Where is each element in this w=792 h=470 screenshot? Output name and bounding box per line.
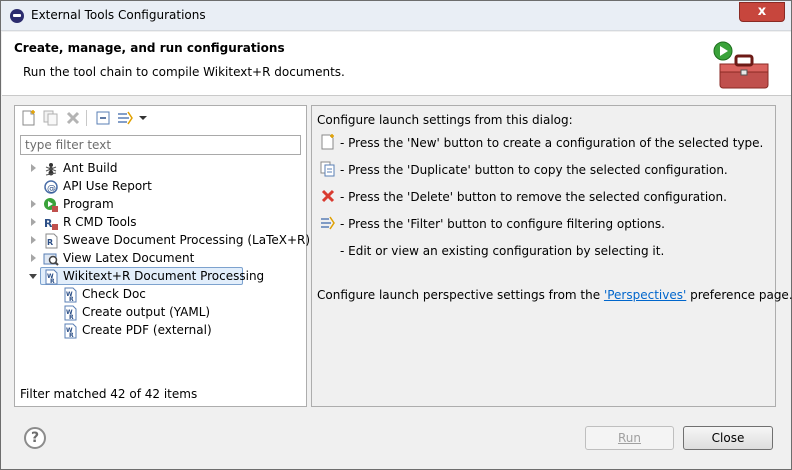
help-button[interactable]: ? [24,427,46,449]
dialog-window: External Tools Configurations x Create, … [0,0,792,470]
info-intro: Configure launch settings from this dial… [317,113,573,127]
tree-item-label: API Use Report [63,179,152,193]
wikitext-doc-icon: W R [64,323,77,339]
run-button[interactable]: Run [585,426,674,450]
info-edit: - Edit or view an existing configuration… [340,244,665,258]
expand-twisty[interactable] [31,236,36,244]
header-subtitle: Run the tool chain to compile Wikitext+R… [23,65,345,79]
tree-item-api-use-report[interactable]: @ API Use Report [15,178,306,196]
ant-icon [45,163,57,176]
delete-icon[interactable] [64,109,82,127]
tree-item-check-doc[interactable]: W R Check Doc [15,286,306,304]
tree-item-label: R CMD Tools [63,215,137,229]
title-bar: External Tools Configurations x [1,1,791,31]
duplicate-icon [320,161,335,177]
tree-item-label: Create output (YAML) [82,305,211,319]
toolbar-separator [86,110,87,126]
tree-item-program[interactable]: Program [15,196,306,214]
filter-icon[interactable] [116,109,134,127]
tree-item-label: Create PDF (external) [82,323,212,337]
new-config-icon [321,134,334,150]
info-delete: - Press the 'Delete' button to remove th… [340,190,727,204]
svg-text:R: R [50,278,55,285]
tree-item-create-pdf[interactable]: W R Create PDF (external) [15,322,306,340]
tree-item-create-output-yaml[interactable]: W R Create output (YAML) [15,304,306,322]
config-tree-panel: Ant Build @ API Use Report Program [14,105,310,407]
tree-item-view-latex[interactable]: View Latex Document [15,250,306,268]
tree-item-label: Wikitext+R Document Processing [63,269,265,283]
close-button[interactable]: Close [683,426,773,450]
svg-text:R: R [69,332,74,339]
tree-item-ant-build[interactable]: Ant Build [15,160,306,178]
dropdown-arrow-icon[interactable] [138,109,148,127]
view-latex-icon [43,253,59,266]
info-new: - Press the 'New' button to create a con… [340,136,764,150]
tree-item-label: View Latex Document [63,251,195,265]
wikitext-icon: W R [45,269,58,285]
tree-toolbar [15,106,306,130]
eclipse-icon [10,9,24,23]
expand-twisty[interactable] [31,254,36,262]
run-label: Run [617,431,641,445]
info-duplicate: - Press the 'Duplicate' button to copy t… [340,163,728,177]
close-window-button[interactable]: x [739,2,785,22]
program-icon [44,198,58,212]
svg-text:R: R [69,296,74,303]
api-report-icon: @ [44,180,58,194]
tree-item-label: Program [63,197,114,211]
r-cmd-icon: R [44,217,58,230]
new-config-icon[interactable] [20,109,38,127]
tree-item-r-cmd-tools[interactable]: R R CMD Tools [15,214,306,232]
header-title: Create, manage, and run configurations [14,41,285,55]
tree-item-label: Sweave Document Processing (LaTeX+R) [63,233,311,247]
tree-item-sweave[interactable]: R Sweave Document Processing (LaTeX+R) [15,232,310,250]
perspectives-suffix: preference page. [686,288,792,302]
filter-input[interactable] [20,135,301,155]
info-filter: - Press the 'Filter' button to configure… [340,217,665,231]
svg-text:R: R [44,217,53,230]
delete-icon [321,189,335,203]
collapse-twisty[interactable] [29,274,37,279]
duplicate-icon[interactable] [42,109,60,127]
svg-text:R: R [69,314,74,321]
expand-twisty[interactable] [31,164,36,172]
expand-twisty[interactable] [31,218,36,226]
tree-item-wikitext[interactable]: W R Wikitext+R Document Processing [15,267,306,286]
sweave-icon: R [45,233,58,249]
collapse-all-icon[interactable] [94,109,112,127]
wikitext-doc-icon: W R [64,287,77,303]
filter-icon [321,216,335,230]
info-panel: Configure launch settings from this dial… [311,105,792,407]
dialog-header: Create, manage, and run configurations R… [2,32,791,96]
toolbox-run-icon [713,41,769,89]
svg-text:@: @ [47,184,56,194]
filter-status: Filter matched 42 of 42 items [20,387,198,401]
tree-item-label: Check Doc [82,287,146,301]
wikitext-doc-icon: W R [64,305,77,321]
window-title: External Tools Configurations [31,8,206,22]
perspectives-link[interactable]: 'Perspectives' [604,288,686,302]
perspectives-prefix: Configure launch perspective settings fr… [317,288,604,302]
info-perspectives: Configure launch perspective settings fr… [317,288,792,302]
tree-item-label: Ant Build [63,161,118,175]
svg-text:R: R [47,238,53,247]
expand-twisty[interactable] [31,200,36,208]
